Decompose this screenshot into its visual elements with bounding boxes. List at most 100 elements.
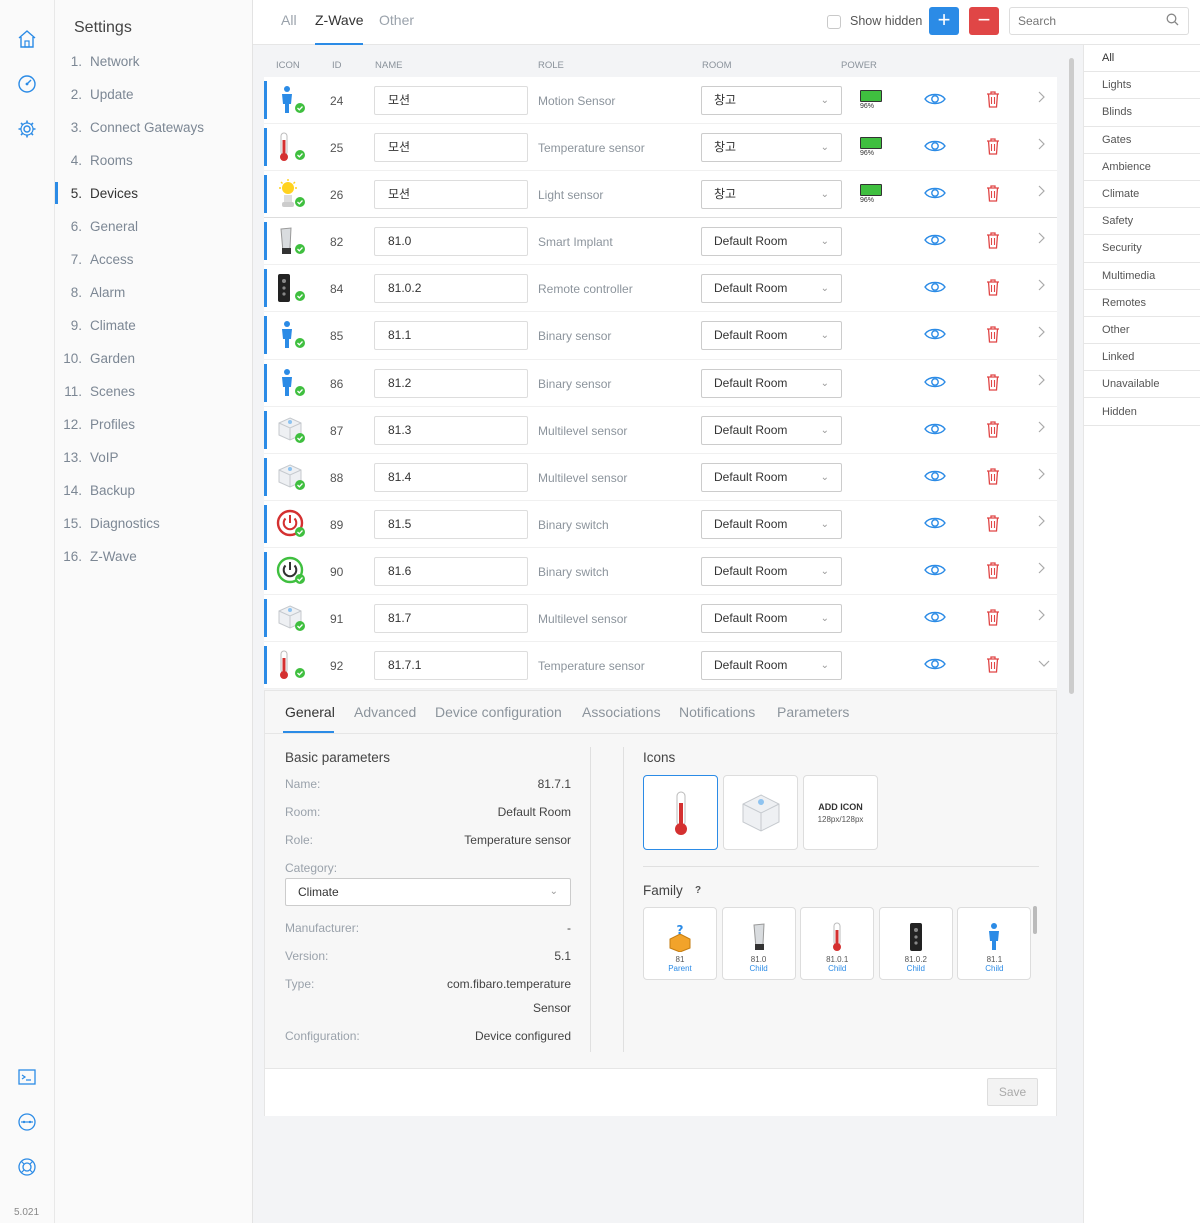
filter-climate[interactable]: Climate bbox=[1084, 181, 1200, 209]
settings-nav-item-garden[interactable]: 10. Garden bbox=[55, 347, 252, 369]
trash-icon[interactable] bbox=[986, 561, 1000, 582]
remove-device-button[interactable]: − bbox=[969, 7, 999, 35]
trash-icon[interactable] bbox=[986, 90, 1000, 111]
device-name-input[interactable]: 81.1 bbox=[374, 321, 528, 351]
tab-other[interactable]: Other bbox=[379, 12, 414, 45]
family-help-icon[interactable]: ? bbox=[695, 885, 701, 896]
trash-icon[interactable] bbox=[986, 420, 1000, 441]
settings-nav-item-connect-gateways[interactable]: 3. Connect Gateways bbox=[55, 116, 252, 138]
room-select[interactable]: Default Room ⌄ bbox=[701, 368, 842, 398]
family-member-card[interactable]: ? 81 Parent bbox=[643, 907, 717, 980]
icon-option-thermometer[interactable] bbox=[643, 775, 718, 850]
filter-ambience[interactable]: Ambience bbox=[1084, 154, 1200, 181]
dashboard-gauge-icon[interactable] bbox=[14, 71, 40, 97]
device-name-input[interactable]: 모션 bbox=[374, 133, 528, 163]
trash-icon[interactable] bbox=[986, 137, 1000, 158]
trash-icon[interactable] bbox=[986, 278, 1000, 299]
device-name-input[interactable]: 81.7 bbox=[374, 604, 528, 634]
settings-nav-item-backup[interactable]: 14. Backup bbox=[55, 479, 252, 501]
settings-nav-item-rooms[interactable]: 4. Rooms bbox=[55, 149, 252, 171]
trash-icon[interactable] bbox=[986, 467, 1000, 488]
detail-tab-advanced[interactable]: Advanced bbox=[354, 704, 416, 720]
chevron-right-icon[interactable] bbox=[1038, 185, 1046, 200]
room-select[interactable]: Default Room ⌄ bbox=[701, 415, 842, 445]
filter-unavailable[interactable]: Unavailable bbox=[1084, 371, 1200, 399]
filter-all[interactable]: All bbox=[1084, 45, 1200, 73]
room-select[interactable]: Default Room ⌄ bbox=[701, 321, 842, 351]
device-row[interactable]: 89 81.5 Binary switch Default Room ⌄ bbox=[264, 501, 1057, 548]
eye-visibility-icon[interactable] bbox=[924, 562, 946, 581]
filter-remotes[interactable]: Remotes bbox=[1084, 290, 1200, 317]
settings-nav-item-z-wave[interactable]: 16. Z-Wave bbox=[55, 545, 252, 567]
trash-icon[interactable] bbox=[986, 373, 1000, 394]
save-button[interactable]: Save bbox=[987, 1078, 1038, 1106]
chevron-right-icon[interactable] bbox=[1038, 421, 1046, 436]
settings-nav-item-climate[interactable]: 9. Climate bbox=[55, 314, 252, 336]
filter-hidden[interactable]: Hidden bbox=[1084, 398, 1200, 426]
family-member-card[interactable]: 81.1 Child bbox=[957, 907, 1032, 980]
eye-visibility-icon[interactable] bbox=[924, 232, 946, 251]
chevron-down-icon[interactable] bbox=[1038, 656, 1050, 671]
family-scrollbar[interactable] bbox=[1033, 906, 1037, 934]
chevron-right-icon[interactable] bbox=[1038, 515, 1046, 530]
chevron-right-icon[interactable] bbox=[1038, 326, 1046, 341]
device-row[interactable]: 25 모션 Temperature sensor 창고 ⌄ 96% bbox=[264, 124, 1057, 172]
eye-visibility-icon[interactable] bbox=[924, 515, 946, 534]
device-row[interactable]: 84 81.0.2 Remote controller Default Room ⌄ bbox=[264, 265, 1057, 313]
trash-icon[interactable] bbox=[986, 608, 1000, 629]
settings-nav-item-update[interactable]: 2. Update bbox=[55, 83, 252, 105]
device-name-input[interactable]: 81.2 bbox=[374, 368, 528, 398]
add-device-button[interactable]: + bbox=[929, 7, 959, 35]
device-row[interactable]: 91 81.7 Multilevel sensor Default Room ⌄ bbox=[264, 595, 1057, 643]
trash-icon[interactable] bbox=[986, 514, 1000, 535]
device-name-input[interactable]: 모션 bbox=[374, 86, 528, 115]
filter-other[interactable]: Other bbox=[1084, 317, 1200, 345]
list-scrollbar[interactable] bbox=[1069, 58, 1074, 694]
device-name-input[interactable]: 모션 bbox=[374, 180, 528, 210]
tab-z-wave[interactable]: Z-Wave bbox=[315, 12, 364, 45]
room-select[interactable]: Default Room ⌄ bbox=[701, 462, 842, 492]
room-select[interactable]: Default Room ⌄ bbox=[701, 651, 842, 681]
device-row[interactable]: 26 모션 Light sensor 창고 ⌄ 96% bbox=[264, 171, 1057, 219]
settings-nav-item-diagnostics[interactable]: 15. Diagnostics bbox=[55, 512, 252, 534]
device-name-input[interactable]: 81.5 bbox=[374, 509, 528, 539]
room-select[interactable]: Default Room ⌄ bbox=[701, 509, 842, 539]
chevron-right-icon[interactable] bbox=[1038, 374, 1046, 389]
room-select[interactable]: 창고 ⌄ bbox=[701, 86, 842, 115]
network-node-icon[interactable] bbox=[14, 1109, 40, 1135]
eye-visibility-icon[interactable] bbox=[924, 421, 946, 440]
device-row[interactable]: 24 모션 Motion Sensor 창고 ⌄ 96% bbox=[264, 77, 1057, 125]
trash-icon[interactable] bbox=[986, 655, 1000, 676]
eye-visibility-icon[interactable] bbox=[924, 468, 946, 487]
device-name-input[interactable]: 81.3 bbox=[374, 415, 528, 445]
device-name-input[interactable]: 81.7.1 bbox=[374, 651, 528, 681]
add-icon-button[interactable]: ADD ICON 128px/128px bbox=[803, 775, 878, 850]
home-icon[interactable] bbox=[14, 26, 40, 52]
device-name-input[interactable]: 81.6 bbox=[374, 556, 528, 586]
tab-all[interactable]: All bbox=[281, 12, 297, 45]
detail-tab-device-configuration[interactable]: Device configuration bbox=[435, 704, 562, 720]
trash-icon[interactable] bbox=[986, 184, 1000, 205]
family-member-card[interactable]: 81.0.2 Child bbox=[878, 907, 953, 980]
eye-visibility-icon[interactable] bbox=[924, 609, 946, 628]
trash-icon[interactable] bbox=[986, 231, 1000, 252]
device-row[interactable]: 88 81.4 Multilevel sensor Default Room ⌄ bbox=[264, 454, 1057, 501]
chevron-right-icon[interactable] bbox=[1038, 468, 1046, 483]
eye-visibility-icon[interactable] bbox=[924, 374, 946, 393]
eye-visibility-icon[interactable] bbox=[924, 185, 946, 204]
filter-linked[interactable]: Linked bbox=[1084, 344, 1200, 372]
settings-gear-icon[interactable] bbox=[14, 116, 40, 142]
settings-nav-item-scenes[interactable]: 11. Scenes bbox=[55, 380, 252, 402]
settings-nav-item-devices[interactable]: 5. Devices bbox=[55, 182, 252, 204]
eye-visibility-icon[interactable] bbox=[924, 91, 946, 110]
detail-tab-notifications[interactable]: Notifications bbox=[679, 704, 755, 720]
device-row[interactable]: 85 81.1 Binary sensor Default Room ⌄ bbox=[264, 312, 1057, 360]
search-icon[interactable] bbox=[1166, 13, 1179, 29]
eye-visibility-icon[interactable] bbox=[924, 138, 946, 157]
filter-lights[interactable]: Lights bbox=[1084, 72, 1200, 100]
filter-blinds[interactable]: Blinds bbox=[1084, 99, 1200, 127]
room-select[interactable]: 창고 ⌄ bbox=[701, 180, 842, 210]
room-select[interactable]: Default Room ⌄ bbox=[701, 604, 842, 634]
settings-nav-item-general[interactable]: 6. General bbox=[55, 215, 252, 237]
show-hidden-checkbox[interactable] bbox=[827, 15, 841, 29]
